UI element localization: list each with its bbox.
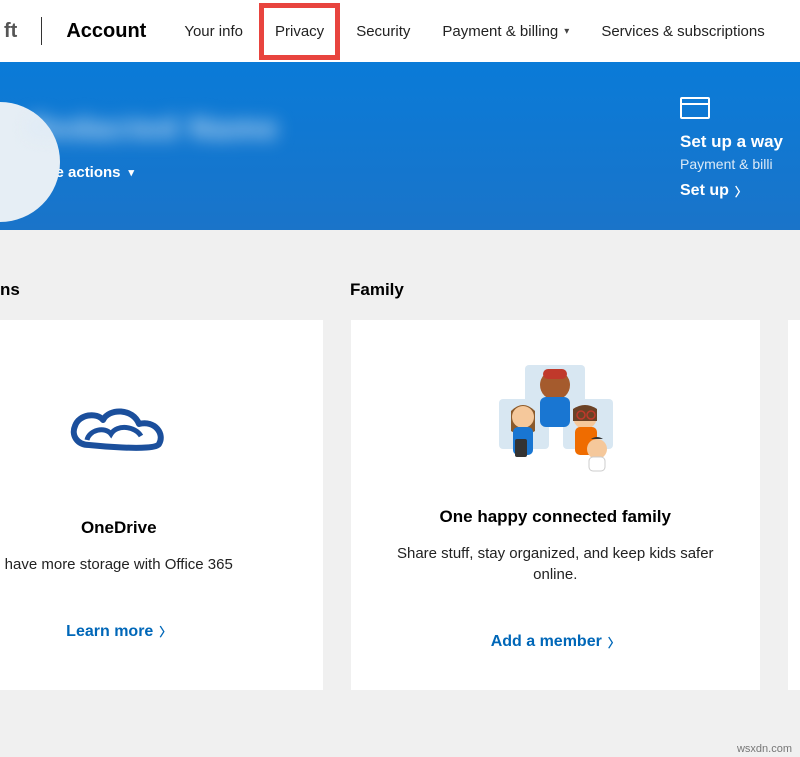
card-title: OneDrive bbox=[81, 518, 157, 538]
logo-fragment: ft bbox=[0, 20, 17, 43]
attribution: wsxdn.com bbox=[737, 743, 792, 755]
section-label-family: Family bbox=[350, 280, 404, 300]
card-title: One happy connected family bbox=[440, 507, 671, 527]
chevron-right-icon: 〉 bbox=[735, 183, 747, 200]
promo-cta[interactable]: Set up 〉 bbox=[680, 182, 800, 200]
learn-more-link[interactable]: Learn more 〉 bbox=[66, 623, 171, 641]
promo-cta-label: Set up bbox=[680, 182, 729, 200]
chevron-down-icon: ▾ bbox=[129, 166, 135, 179]
cta-label: Add a member bbox=[491, 633, 602, 651]
nav-label: Privacy bbox=[275, 23, 324, 40]
chevron-right-icon: 〉 bbox=[159, 623, 171, 640]
chevron-down-icon: ▾ bbox=[564, 26, 569, 37]
promo-title: Set up a way bbox=[680, 132, 800, 152]
top-nav: ft Account Your info Privacy Security Pa… bbox=[0, 0, 800, 62]
card-edge bbox=[788, 320, 800, 690]
nav-label: Payment & billing bbox=[442, 23, 558, 40]
add-member-link[interactable]: Add a member 〉 bbox=[491, 633, 620, 651]
content-area: ns Family OneDrive have more storage wit… bbox=[0, 230, 800, 757]
nav-security[interactable]: Security bbox=[340, 3, 426, 60]
nav-your-info[interactable]: Your info bbox=[168, 3, 259, 60]
nav-privacy[interactable]: Privacy bbox=[259, 3, 340, 60]
nav-services-subscriptions[interactable]: Services & subscriptions bbox=[585, 3, 780, 60]
card-desc: Share stuff, stay organized, and keep ki… bbox=[379, 543, 733, 585]
nav-divider bbox=[41, 17, 42, 45]
chevron-right-icon: 〉 bbox=[608, 634, 620, 651]
card-family: One happy connected family Share stuff, … bbox=[351, 320, 761, 690]
hero-banner: Redacted Name More actions ▾ Set up a wa… bbox=[0, 62, 800, 230]
section-label-left: ns bbox=[0, 280, 20, 300]
user-name: Redacted Name bbox=[28, 112, 279, 146]
hero-promo: Set up a way Payment & billi Set up 〉 bbox=[680, 97, 800, 200]
brand-label[interactable]: Account bbox=[66, 20, 146, 43]
nav-label: Security bbox=[356, 23, 410, 40]
card-onedrive: OneDrive have more storage with Office 3… bbox=[0, 320, 323, 690]
onedrive-icon bbox=[59, 360, 179, 500]
promo-subtitle: Payment & billi bbox=[680, 156, 800, 172]
more-actions-button[interactable]: More actions ▾ bbox=[28, 164, 279, 181]
nav-label: Services & subscriptions bbox=[601, 23, 764, 40]
cta-label: Learn more bbox=[66, 623, 153, 641]
family-illustration bbox=[485, 349, 625, 489]
card-desc: have more storage with Office 365 bbox=[5, 554, 233, 575]
nav-payment-billing[interactable]: Payment & billing ▾ bbox=[426, 3, 585, 60]
nav-label: Your info bbox=[184, 23, 243, 40]
card-icon bbox=[680, 97, 800, 124]
